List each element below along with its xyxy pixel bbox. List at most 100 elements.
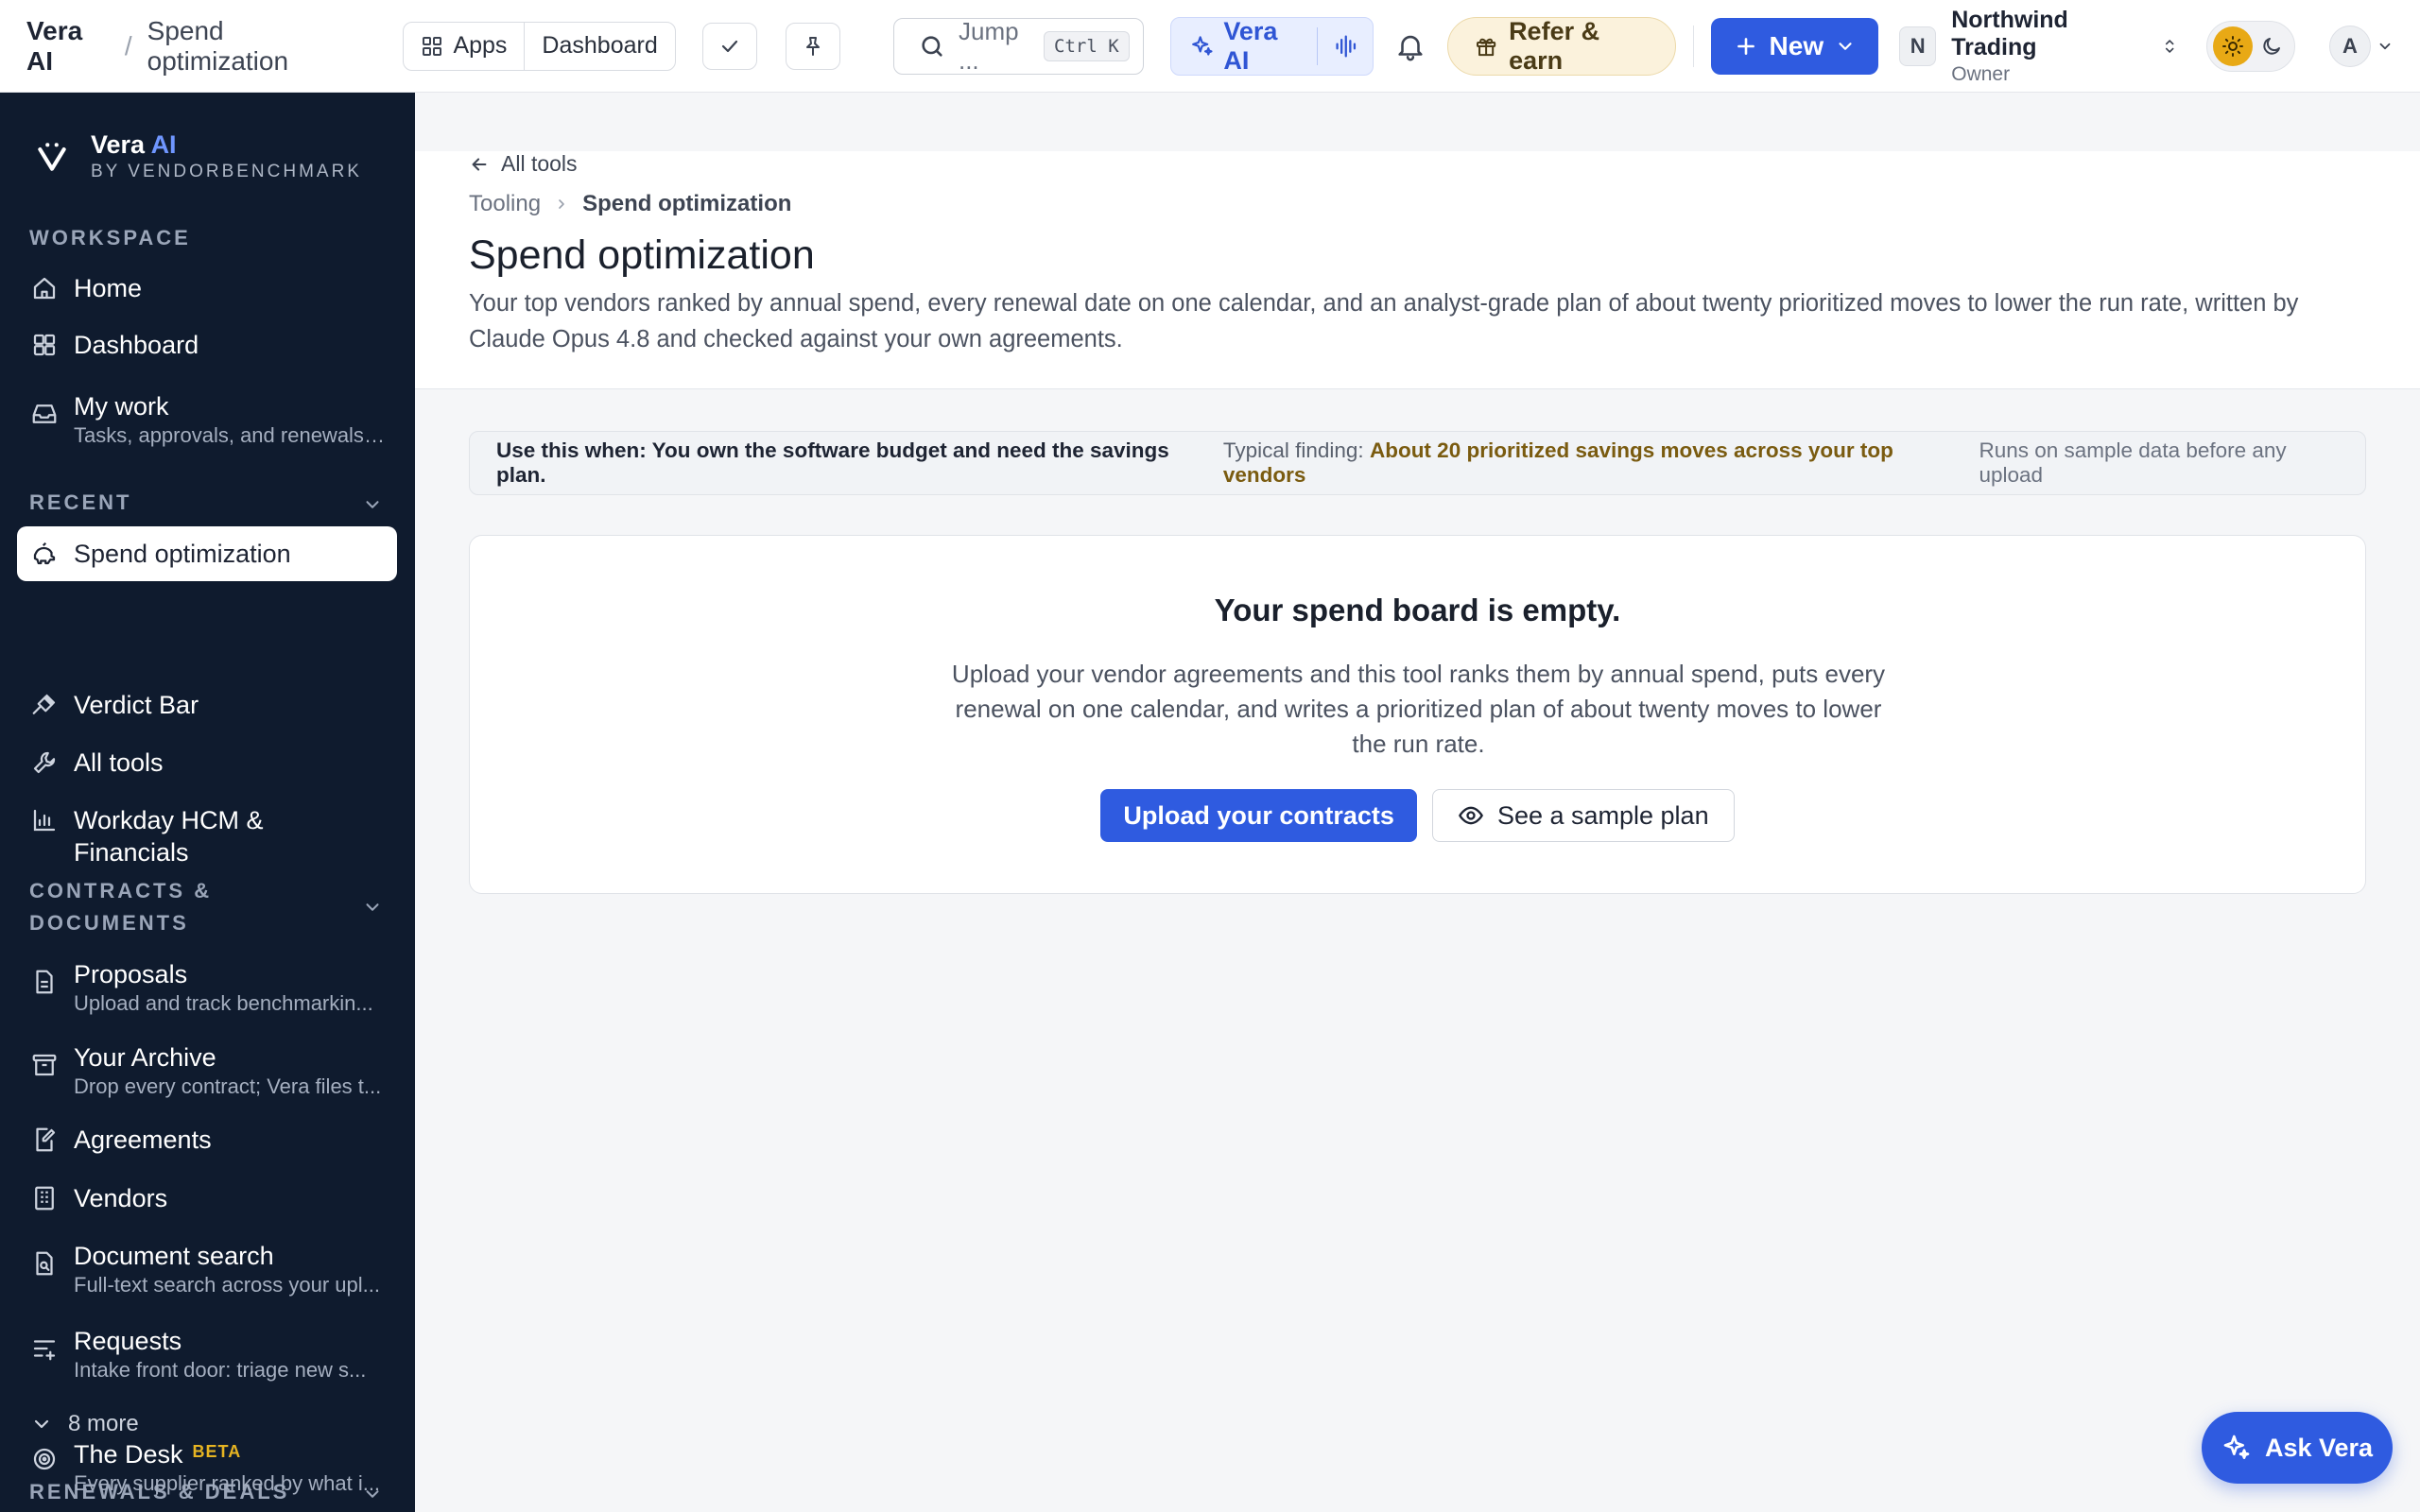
empty-state-title: Your spend board is empty. — [1214, 593, 1621, 627]
sidebar-item-label: Agreements — [74, 1125, 212, 1154]
chevron-down-icon[interactable] — [362, 897, 383, 918]
sidebar-item-label: All tools — [74, 748, 164, 777]
page-description: Your top vendors ranked by annual spend,… — [469, 290, 2299, 352]
sidebar-item-label: Home — [74, 274, 143, 302]
search-placeholder: Jump ... — [958, 16, 1019, 75]
finding-label: Typical finding: — [1222, 438, 1364, 462]
search-icon — [922, 35, 942, 57]
back-to-all-tools-link[interactable]: All tools — [469, 151, 578, 177]
new-button[interactable]: New — [1710, 17, 1879, 75]
sidebar-item-label: Proposals — [74, 960, 188, 988]
chevron-down-icon — [1839, 42, 1852, 50]
search-shortcut: Ctrl K — [1044, 30, 1130, 61]
org-name: Northwind Trading — [1951, 6, 2068, 60]
sidebar-item-all-tools[interactable]: All tools — [17, 747, 397, 779]
sun-icon — [2212, 26, 2253, 66]
bar-chart-icon — [33, 809, 56, 832]
brand[interactable]: Vera AI BY VENDORBENCHMARK — [34, 130, 362, 182]
apps-button[interactable]: Apps — [404, 23, 524, 70]
vera-divider — [1317, 26, 1319, 65]
chevron-down-icon[interactable] — [362, 494, 383, 515]
user-menu[interactable]: A — [2328, 25, 2394, 67]
sidebar-item-requests[interactable]: Requests Intake front door: triage new s… — [17, 1325, 397, 1383]
check-icon — [721, 40, 737, 52]
sidebar-item-proposals[interactable]: Proposals Upload and track benchmarkin..… — [17, 958, 397, 1017]
sidebar-item-my-work[interactable]: My work Tasks, approvals, and renewals .… — [17, 390, 397, 449]
brand-name: Vera AI — [91, 130, 177, 159]
notifications-button[interactable] — [1394, 30, 1426, 62]
see-sample-plan-button[interactable]: See a sample plan — [1431, 789, 1735, 842]
ask-vera-button[interactable]: Ask Vera — [2202, 1412, 2393, 1484]
sidebar: Vera AI BY VENDORBENCHMARK WORKSPACE Hom… — [0, 93, 415, 1512]
archive-icon — [32, 1054, 57, 1076]
brand-by-line: BY VENDORBENCHMARK — [91, 162, 362, 181]
back-link-label: All tools — [501, 151, 578, 176]
plus-icon — [1737, 37, 1754, 55]
gavel-icon — [32, 694, 56, 714]
tasks-button[interactable] — [701, 22, 757, 70]
sidebar-item-document-search[interactable]: Document search Full-text search across … — [17, 1240, 397, 1298]
apps-dashboard-group: Apps Dashboard — [403, 21, 676, 71]
sidebar-item-agreements[interactable]: Agreements — [17, 1124, 397, 1156]
empty-state-card: Your spend board is empty. Upload your v… — [469, 535, 2366, 894]
sidebar-item-your-archive[interactable]: Your Archive Drop every contract; Vera f… — [17, 1041, 397, 1100]
dashboard-icon — [33, 334, 56, 356]
voice-waveform-icon[interactable] — [1333, 32, 1359, 60]
app-name[interactable]: Vera AI — [26, 16, 110, 77]
sidebar-item-spend-optimization[interactable]: Spend optimization — [17, 526, 397, 581]
top-bar: Vera AI / Spend optimization Apps Dashbo… — [0, 0, 2420, 93]
home-icon — [33, 277, 56, 300]
gift-icon — [1476, 38, 1496, 56]
org-avatar: N — [1899, 26, 1937, 66]
org-role: Owner — [1951, 62, 2011, 85]
sidebar-item-label: The Desk BETA — [74, 1440, 242, 1469]
sidebar-item-label: Workday HCM & Financials — [74, 806, 264, 867]
sidebar-item-subtitle: Upload and track benchmarkin... — [74, 991, 373, 1015]
topbar-divider — [1692, 25, 1694, 67]
upload-contracts-button[interactable]: Upload your contracts — [1100, 789, 1417, 842]
sidebar-item-label: My work — [74, 392, 169, 421]
org-switcher[interactable]: N Northwind Trading Owner — [1899, 7, 2179, 86]
sparkle-icon — [1191, 35, 1213, 56]
section-workspace: WORKSPACE — [29, 226, 191, 249]
pin-button[interactable] — [785, 22, 840, 70]
section-contracts-documents: CONTRACTS & DOCUMENTS — [29, 879, 213, 935]
sidebar-item-label: Requests — [74, 1327, 182, 1355]
empty-state-description: Upload your vendor agreements and this t… — [951, 660, 1886, 758]
chevron-right-icon — [559, 199, 564, 209]
inbox-icon — [32, 404, 57, 423]
chevron-down-icon — [34, 1419, 49, 1429]
dashboard-label: Dashboard — [542, 32, 658, 59]
dashboard-button[interactable]: Dashboard — [524, 22, 674, 70]
page-title: Spend optimization — [469, 232, 815, 278]
sidebar-item-label: Dashboard — [74, 331, 199, 359]
jump-search[interactable]: Jump ... Ctrl K — [892, 16, 1144, 75]
new-label: New — [1769, 30, 1824, 60]
sidebar-item-dashboard[interactable]: Dashboard — [17, 329, 397, 361]
section-recent: RECENT — [29, 490, 132, 514]
eye-icon — [1459, 806, 1483, 825]
moon-icon — [2262, 37, 2280, 55]
vera-ai-button[interactable]: Vera AI — [1169, 16, 1374, 76]
arrow-left-icon — [472, 157, 487, 171]
breadcrumb-parent[interactable]: Tooling — [469, 191, 541, 217]
list-filter-icon — [33, 1340, 56, 1361]
typical-finding: Typical finding: About 20 prioritized sa… — [1223, 438, 1947, 488]
sidebar-item-label: Your Archive — [74, 1043, 216, 1072]
sparkle-icon — [2223, 1435, 2250, 1459]
sidebar-item-the-desk[interactable]: The Desk BETA Every supplier ranked by wh… — [17, 1435, 397, 1497]
refer-earn-button[interactable]: Refer & earn — [1446, 16, 1676, 76]
theme-toggle[interactable] — [2205, 20, 2295, 72]
vera-ai-label: Vera AI — [1223, 16, 1278, 75]
wrench-icon — [33, 751, 56, 774]
vera-logo-icon — [38, 142, 66, 171]
refer-earn-label: Refer & earn — [1509, 16, 1600, 75]
sidebar-item-verdict-bar[interactable]: Verdict Bar — [17, 689, 397, 721]
org-info: Northwind Trading Owner — [1951, 7, 2145, 86]
sidebar-item-vendors[interactable]: Vendors — [17, 1182, 397, 1214]
sidebar-item-home[interactable]: Home — [17, 272, 397, 304]
sidebar-item-workday[interactable]: Workday HCM & Financials — [17, 804, 397, 868]
user-avatar: A — [2328, 25, 2371, 67]
sidebar-item-label: Spend optimization — [74, 540, 291, 568]
file-icon — [36, 970, 53, 994]
